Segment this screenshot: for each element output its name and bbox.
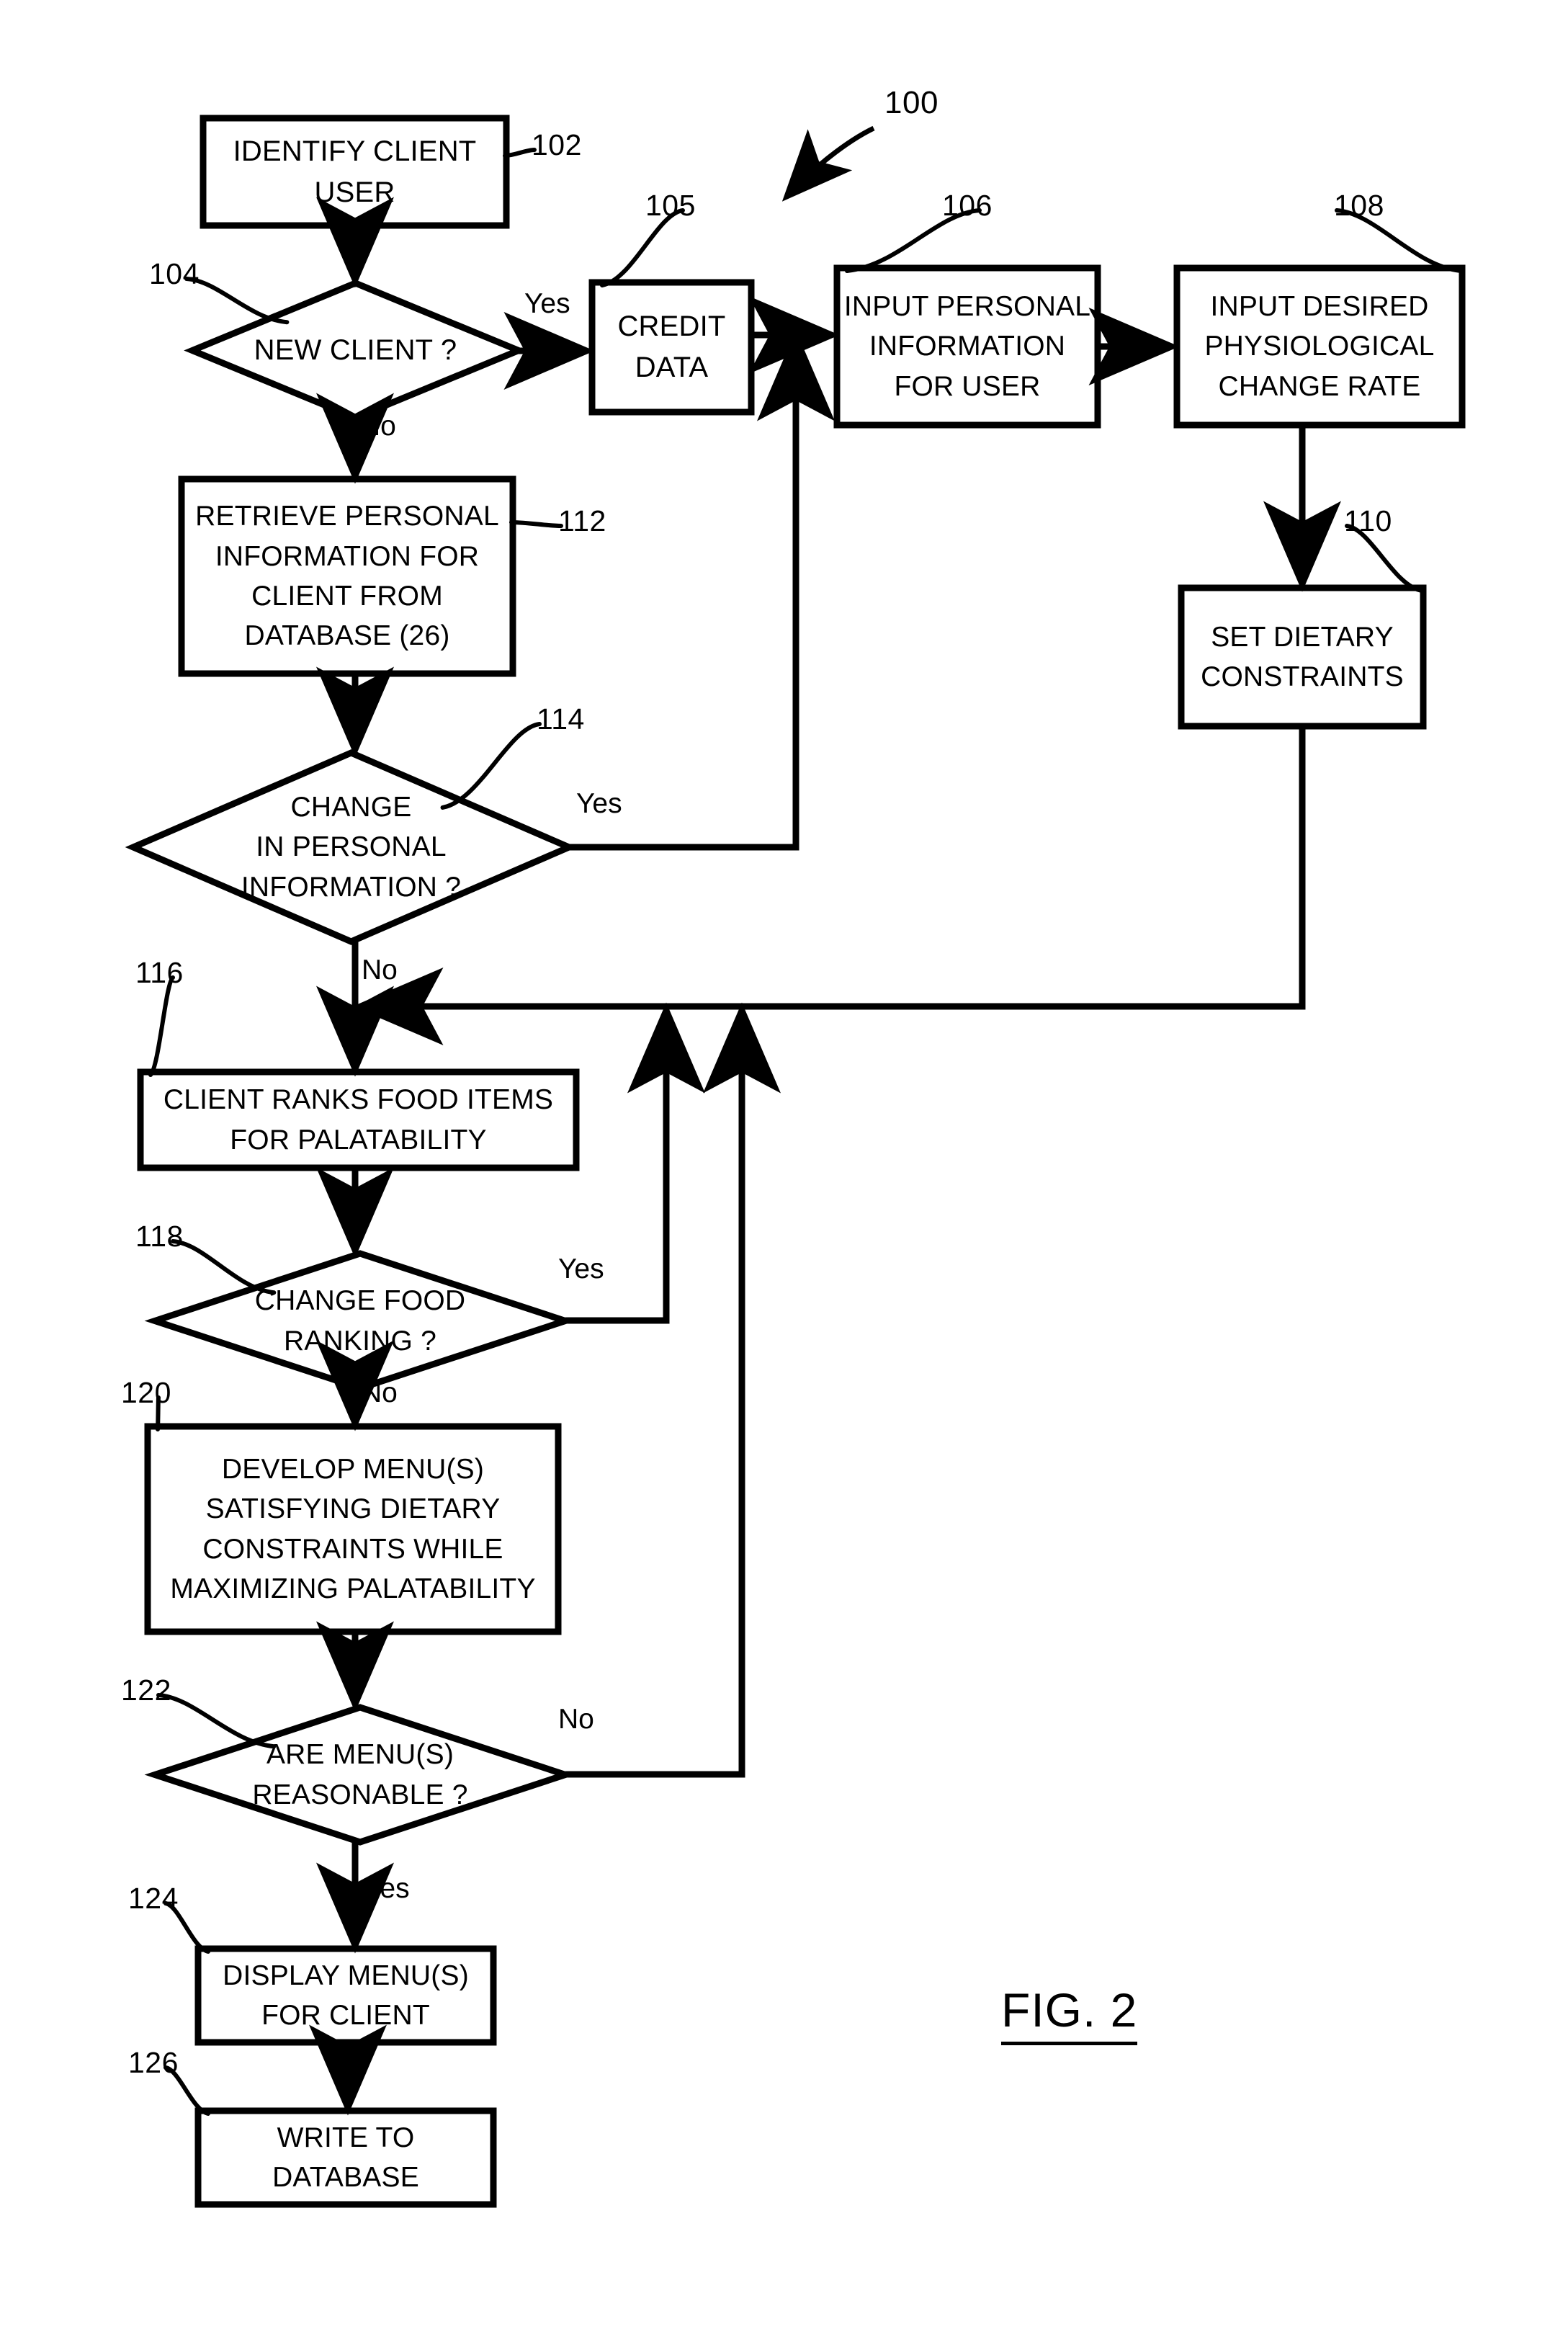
system-reference-100: 100 (884, 85, 938, 120)
edge-122-no-to-merge (565, 1002, 781, 1778)
reference-numeral-120: 120 (121, 1376, 171, 1409)
reference-numeral-114: 114 (537, 702, 585, 736)
flowchart-node-112 (178, 475, 516, 677)
reference-numeral-124: 124 (128, 1882, 179, 1915)
edge-label-menus-reasonable-no: No (558, 1704, 594, 1735)
flowchart-svg (125, 115, 1466, 2208)
flowchart-node-102 (200, 115, 510, 229)
reference-numeral-126: 126 (128, 2046, 179, 2079)
edge-label-change-personal-info-no: No (362, 955, 398, 986)
reference-numeral-116: 116 (135, 956, 184, 989)
reference-numeral-110: 110 (1344, 504, 1392, 537)
reference-numeral-118: 118 (135, 1220, 184, 1253)
reference-numeral-112: 112 (558, 504, 606, 537)
edge-label-menus-reasonable-yes: Yes (364, 1873, 410, 1904)
flowchart-node-114 (125, 749, 578, 945)
leader-line-112 (509, 520, 563, 528)
flowchart-node-116 (137, 1068, 580, 1171)
reference-numeral-108: 108 (1334, 189, 1384, 222)
flowchart-node-122 (144, 1704, 576, 1846)
edge-label-new-client-no: No (360, 411, 396, 442)
flowchart-node-120 (144, 1423, 562, 1635)
edge-label-change-food-ranking-yes: Yes (558, 1254, 604, 1284)
edge-label-change-food-ranking-no: No (362, 1377, 398, 1408)
flowchart-node-118 (144, 1250, 576, 1392)
reference-numeral-102: 102 (532, 128, 582, 161)
flowchart-node-108 (1173, 264, 1466, 429)
patent-figure-page: IDENTIFY CLIENT USER NEW CLIENT ? CREDIT DAT… (0, 0, 1568, 2337)
reference-numeral-104: 104 (149, 257, 200, 290)
flowchart-node-124 (194, 1945, 497, 2046)
edge-label-change-personal-info-yes: Yes (576, 788, 622, 819)
reference-numeral-122: 122 (121, 1674, 171, 1707)
flowchart-node-106 (833, 264, 1101, 429)
reference-numeral-105: 105 (645, 189, 696, 222)
edge-label-new-client-yes: Yes (524, 288, 570, 319)
edge-114-yes-to-106 (569, 330, 835, 851)
reference-numeral-106: 106 (942, 189, 993, 222)
leader-line-116 (148, 975, 175, 1077)
flowchart-node-126 (194, 2107, 497, 2208)
flowchart-node-110 (1178, 584, 1427, 730)
flowchart-node-105 (588, 279, 755, 416)
leader-100 (781, 125, 875, 202)
figure-label: FIG. 2 (1001, 1983, 1138, 2045)
leader-line-114 (440, 722, 542, 810)
